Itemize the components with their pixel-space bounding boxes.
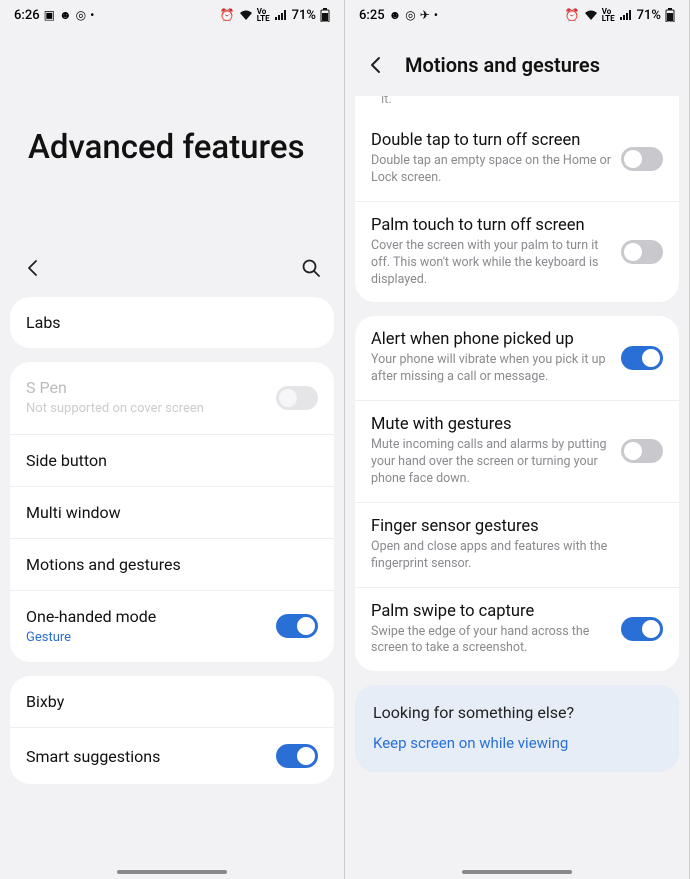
row-labs[interactable]: Labs xyxy=(10,297,334,348)
status-battery-text: 71% xyxy=(637,8,661,23)
row-title: Double tap to turn off screen xyxy=(371,131,611,150)
settings-group-partial: it. Double tap to turn off screen Double… xyxy=(355,96,679,302)
page-title: Motions and gestures xyxy=(405,53,600,77)
row-subtitle: Gesture xyxy=(26,629,266,647)
row-mute-gestures[interactable]: Mute with gestures Mute incoming calls a… xyxy=(355,401,679,503)
row-title: Motions and gestures xyxy=(26,555,318,574)
row-one-handed[interactable]: One-handed mode Gesture xyxy=(10,591,334,663)
person-icon: ☻ xyxy=(59,9,72,21)
row-title: Palm touch to turn off screen xyxy=(371,216,611,235)
row-subtitle: Your phone will vibrate when you pick it… xyxy=(371,352,611,386)
circles-icon: ◎ xyxy=(76,9,86,21)
circles-icon: ◎ xyxy=(405,9,415,21)
toggle-smart-suggestions[interactable] xyxy=(276,744,318,768)
row-spen: S Pen Not supported on cover screen xyxy=(10,362,334,435)
page-header: Motions and gestures xyxy=(345,28,689,96)
suggestion-question: Looking for something else? xyxy=(373,703,661,722)
status-time: 6:25 xyxy=(359,8,385,23)
toggle-double-tap-off[interactable] xyxy=(621,147,663,171)
row-subtitle: Mute incoming calls and alarms by puttin… xyxy=(371,437,611,488)
toggle-palm-swipe[interactable] xyxy=(621,617,663,641)
image-icon: ▣ xyxy=(44,9,55,21)
page-header: Advanced features xyxy=(0,28,344,247)
row-subtitle: Double tap an empty space on the Home or… xyxy=(371,153,611,187)
dot-icon: • xyxy=(90,9,94,21)
row-title: Smart suggestions xyxy=(26,747,266,766)
row-subtitle: Swipe the edge of your hand across the s… xyxy=(371,624,611,658)
row-title: One-handed mode xyxy=(26,607,266,626)
row-palm-touch-off[interactable]: Palm touch to turn off screen Cover the … xyxy=(355,202,679,303)
row-title: Mute with gestures xyxy=(371,415,611,434)
toggle-spen xyxy=(276,386,318,410)
row-palm-swipe[interactable]: Palm swipe to capture Swipe the edge of … xyxy=(355,588,679,672)
suggestion-link[interactable]: Keep screen on while viewing xyxy=(373,734,661,752)
row-double-tap-off[interactable]: Double tap to turn off screen Double tap… xyxy=(355,117,679,202)
settings-group: Alert when phone picked up Your phone wi… xyxy=(355,316,679,671)
row-finger-sensor[interactable]: Finger sensor gestures Open and close ap… xyxy=(355,503,679,588)
status-battery-text: 71% xyxy=(292,8,316,23)
row-title: Alert when phone picked up xyxy=(371,330,611,349)
back-button[interactable] xyxy=(363,52,389,78)
row-title: S Pen xyxy=(26,378,266,397)
battery-icon xyxy=(320,8,330,22)
volte-icon: Vo LTE xyxy=(257,8,270,22)
dot-icon: • xyxy=(434,9,438,21)
row-subtitle: Open and close apps and features with th… xyxy=(371,539,663,573)
row-alert-pickup[interactable]: Alert when phone picked up Your phone wi… xyxy=(355,316,679,401)
status-bar: 6:26 ▣ ☻ ◎ • ⏰ Vo LTE 71% xyxy=(0,0,344,28)
alarm-icon: ⏰ xyxy=(220,9,235,21)
row-subtitle: Not supported on cover screen xyxy=(26,400,266,418)
toolbar xyxy=(0,247,344,297)
toggle-mute-gestures[interactable] xyxy=(621,439,663,463)
row-title: Palm swipe to capture xyxy=(371,602,611,621)
toggle-alert-pickup[interactable] xyxy=(621,346,663,370)
back-button[interactable] xyxy=(20,255,46,281)
volte-icon: Vo LTE xyxy=(602,8,615,22)
row-subtitle: Cover the screen with your palm to turn … xyxy=(371,238,611,289)
row-title: Bixby xyxy=(26,692,318,711)
page-title: Advanced features xyxy=(28,128,316,167)
alarm-icon: ⏰ xyxy=(565,9,580,21)
row-side-button[interactable]: Side button xyxy=(10,435,334,487)
row-title: Labs xyxy=(26,313,318,332)
row-multi-window[interactable]: Multi window xyxy=(10,487,334,539)
settings-group: S Pen Not supported on cover screen Side… xyxy=(10,362,334,662)
status-time: 6:26 xyxy=(14,8,40,23)
row-motions-gestures[interactable]: Motions and gestures xyxy=(10,539,334,591)
screenshot-advanced-features: 6:26 ▣ ☻ ◎ • ⏰ Vo LTE 71% Advanced featu… xyxy=(0,0,345,879)
wifi-icon xyxy=(239,9,253,21)
suggestion-card: Looking for something else? Keep screen … xyxy=(355,685,679,772)
screenshot-motions-gestures: 6:25 ☻ ◎ ✈ • ⏰ Vo LTE 71% Motions and ge… xyxy=(345,0,690,879)
status-bar: 6:25 ☻ ◎ ✈ • ⏰ Vo LTE 71% xyxy=(345,0,689,28)
wifi-icon xyxy=(584,9,598,21)
row-subtitle-partial: it. xyxy=(355,96,679,117)
home-indicator[interactable] xyxy=(117,870,227,874)
person-icon: ☻ xyxy=(389,9,402,21)
row-title: Multi window xyxy=(26,503,318,522)
settings-group: Bixby Smart suggestions xyxy=(10,676,334,784)
row-title: Side button xyxy=(26,451,318,470)
battery-icon xyxy=(665,8,675,22)
row-smart-suggestions[interactable]: Smart suggestions xyxy=(10,728,334,784)
signal-icon xyxy=(274,9,288,21)
signal-icon xyxy=(619,9,633,21)
toggle-palm-touch-off[interactable] xyxy=(621,240,663,264)
row-title: Finger sensor gestures xyxy=(371,517,663,536)
settings-group: Labs xyxy=(10,297,334,348)
send-icon: ✈ xyxy=(420,9,430,21)
row-bixby[interactable]: Bixby xyxy=(10,676,334,728)
toggle-one-handed[interactable] xyxy=(276,614,318,638)
search-button[interactable] xyxy=(298,255,324,281)
home-indicator[interactable] xyxy=(462,870,572,874)
